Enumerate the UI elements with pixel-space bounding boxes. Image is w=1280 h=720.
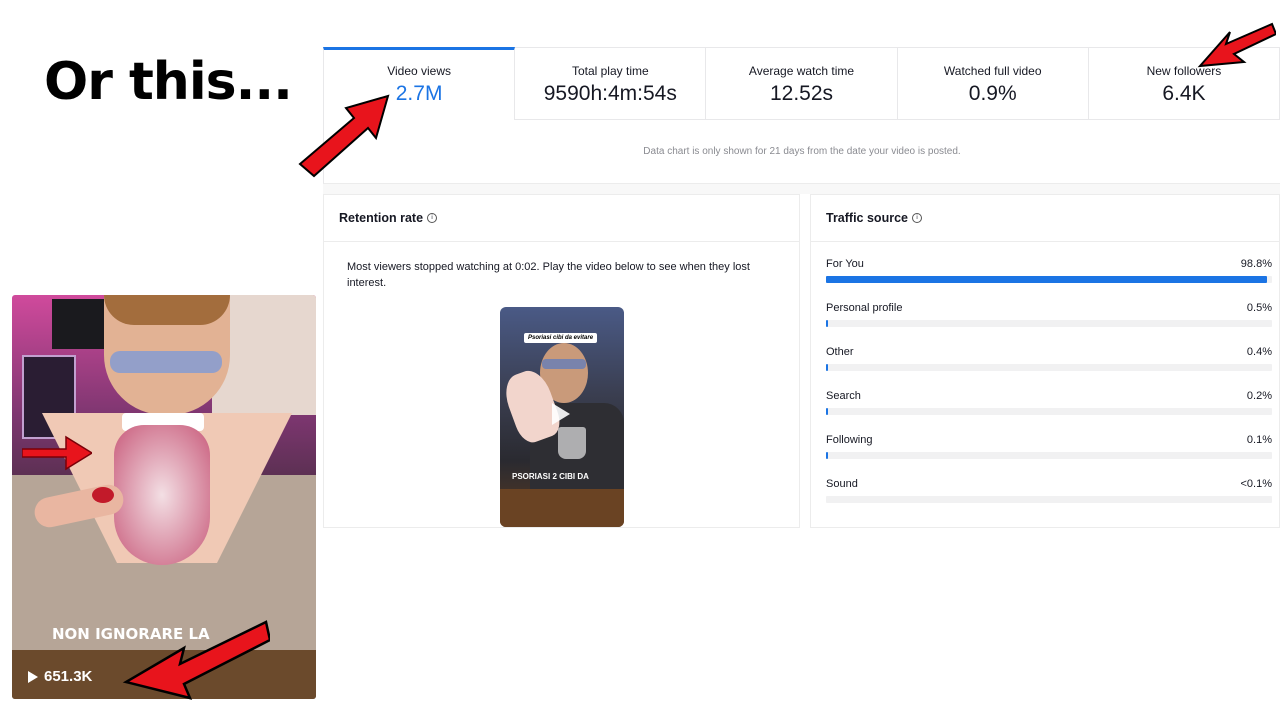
play-icon[interactable] — [552, 403, 570, 425]
view-count: 651.3K — [28, 668, 92, 685]
traffic-value: 0.5% — [1246, 302, 1272, 314]
fingernail — [92, 487, 114, 503]
video-thumbnail[interactable]: Psoriasi cibi da evitare PSORIASI 2 CIBI… — [500, 307, 624, 527]
tab-watched-full-video[interactable]: Watched full video 0.9% — [897, 47, 1089, 120]
view-count-text: 651.3K — [44, 668, 93, 685]
red-arrow-icon — [298, 94, 390, 178]
traffic-bar-track — [826, 496, 1272, 503]
chart-note: Data chart is only shown for 21 days fro… — [643, 146, 961, 157]
stats-tabs: Video views 2.7M Total play time 9590h:4… — [323, 47, 1280, 121]
traffic-bar-fill — [826, 276, 1267, 283]
retention-title: Retention rate i — [324, 195, 799, 242]
red-arrow-icon — [122, 620, 270, 700]
retention-text: Most viewers stopped watching at 0:02. P… — [347, 261, 750, 289]
traffic-value: 98.8% — [1240, 258, 1272, 270]
traffic-bar-track — [826, 408, 1272, 415]
stat-label: Total play time — [571, 64, 649, 78]
red-arrow-icon — [1197, 22, 1276, 68]
traffic-title: Traffic source i — [811, 195, 1279, 242]
traffic-label: For You — [826, 258, 864, 270]
red-arrow-icon — [22, 435, 92, 471]
traffic-bar-track — [826, 452, 1272, 459]
traffic-bar-track — [826, 276, 1272, 283]
info-icon[interactable]: i — [911, 213, 922, 223]
stat-label: Average watch time — [748, 64, 855, 78]
traffic-label: Sound — [826, 478, 858, 490]
traffic-bar-fill — [826, 320, 829, 327]
traffic-value: 0.1% — [1246, 434, 1272, 446]
glasses — [110, 351, 222, 373]
stat-value: 12.52s — [769, 82, 834, 105]
tab-average-watch-time[interactable]: Average watch time 12.52s — [706, 47, 898, 120]
heading: Or this... — [44, 52, 293, 112]
stat-label: Video views — [387, 64, 452, 78]
traffic-bar-fill — [826, 452, 828, 459]
stat-value: 9590h:4m:54s — [543, 82, 677, 105]
stat-value: 2.7M — [395, 82, 443, 105]
traffic-label: Following — [826, 434, 873, 446]
traffic-panel: Traffic source i For You 98.8% Personal pr… — [810, 194, 1280, 528]
traffic-value: 0.2% — [1246, 390, 1272, 402]
thumb-table — [500, 489, 624, 527]
thumb-cup — [558, 427, 586, 459]
traffic-label: Other — [826, 346, 854, 358]
poster — [52, 299, 112, 349]
thumb-caption: Psoriasi cibi da evitare — [524, 333, 598, 343]
thumb-text: PSORIASI 2 CIBI DA — [512, 472, 589, 481]
traffic-value: 0.4% — [1246, 346, 1272, 358]
retention-title-text: Retention rate — [339, 211, 424, 225]
info-icon[interactable]: i — [427, 213, 438, 223]
traffic-bar-track — [826, 320, 1272, 327]
chart-area: Data chart is only shown for 21 days fro… — [323, 120, 1280, 184]
traffic-bar-fill — [826, 408, 828, 415]
stat-value: 6.4K — [1162, 82, 1206, 105]
traffic-bar-track — [826, 364, 1272, 371]
thumb-glasses — [542, 359, 586, 369]
tab-total-play-time[interactable]: Total play time 9590h:4m:54s — [515, 47, 707, 120]
traffic-value: <0.1% — [1240, 478, 1273, 490]
traffic-label: Personal profile — [826, 302, 903, 314]
divider — [323, 184, 1280, 194]
play-count-icon — [28, 670, 38, 683]
tongue — [114, 425, 210, 565]
traffic-title-text: Traffic source — [826, 211, 908, 225]
stat-label: Watched full video — [943, 64, 1042, 78]
hair — [104, 295, 230, 325]
traffic-label: Search — [826, 390, 861, 402]
stat-value: 0.9% — [968, 82, 1017, 105]
retention-panel: Retention rate i Most viewers stopped wa… — [323, 194, 800, 528]
traffic-bar-fill — [826, 364, 828, 371]
